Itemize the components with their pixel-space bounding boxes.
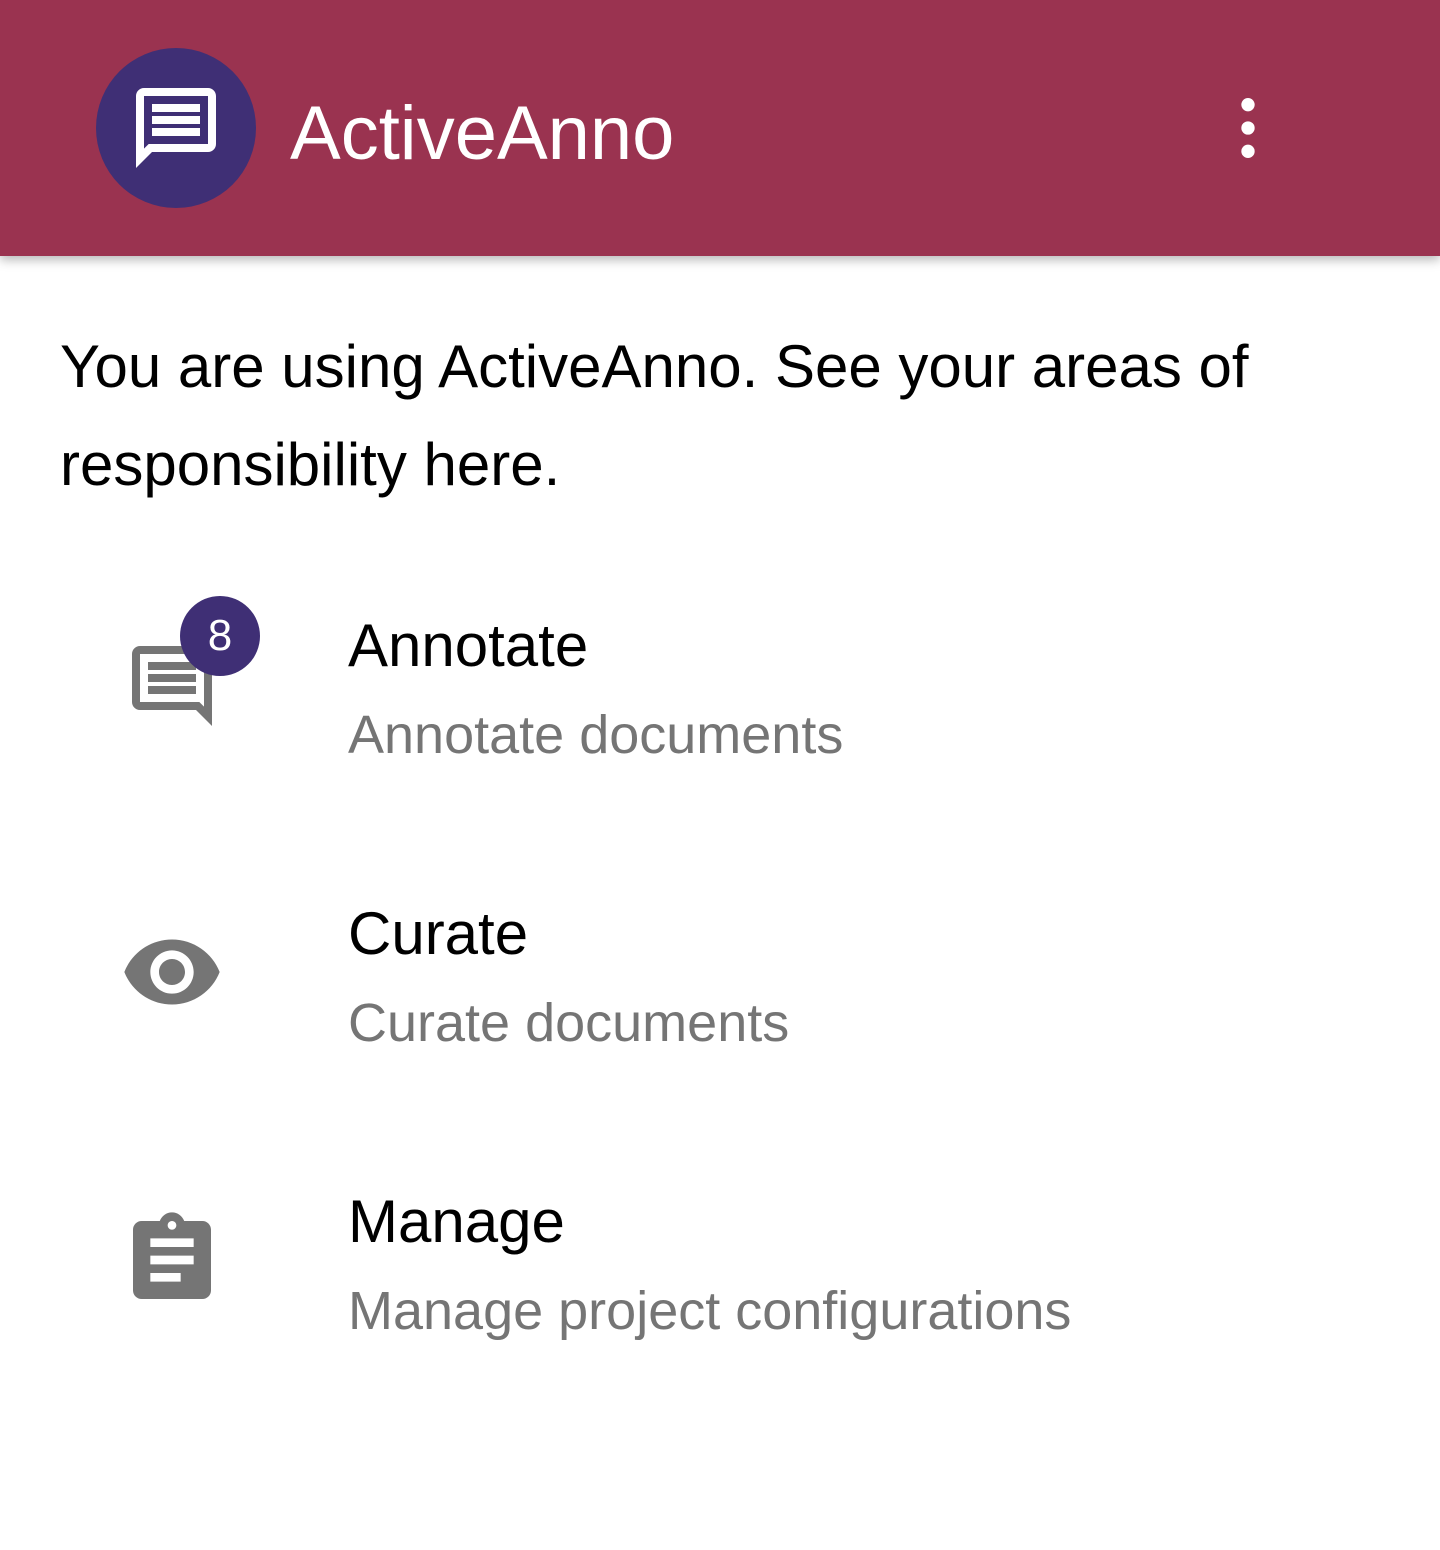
- overflow-menu-button[interactable]: [1208, 88, 1288, 168]
- notification-badge: 8: [180, 596, 260, 676]
- app-logo: [96, 48, 256, 208]
- nav-item-description: Annotate documents: [348, 705, 844, 765]
- nav-item-manage[interactable]: Manage Manage project configurations: [0, 1156, 1440, 1444]
- app-title: ActiveAnno: [290, 91, 675, 176]
- nav-item-annotate[interactable]: 8 Annotate Annotate documents: [0, 580, 1440, 868]
- nav-item-label: Annotate: [348, 612, 589, 679]
- chat-bubble-icon: [136, 88, 216, 168]
- nav-item-description: Curate documents: [348, 993, 790, 1053]
- intro-text: You are using ActiveAnno. See your areas…: [60, 333, 1249, 498]
- app-bar: ActiveAnno: [0, 0, 1440, 256]
- nav-icon-manage: [112, 1200, 232, 1320]
- nav-item-label: Manage: [348, 1188, 565, 1255]
- nav-item-description: Manage project configurations: [348, 1281, 1072, 1341]
- clipboard-icon: [133, 1212, 211, 1299]
- more-vert-icon: [1241, 98, 1255, 158]
- eye-icon: [124, 939, 220, 1005]
- nav-item-label: Curate: [348, 900, 529, 967]
- nav-item-curate[interactable]: Curate Curate documents: [0, 868, 1440, 1156]
- nav-icon-curate: [112, 912, 232, 1032]
